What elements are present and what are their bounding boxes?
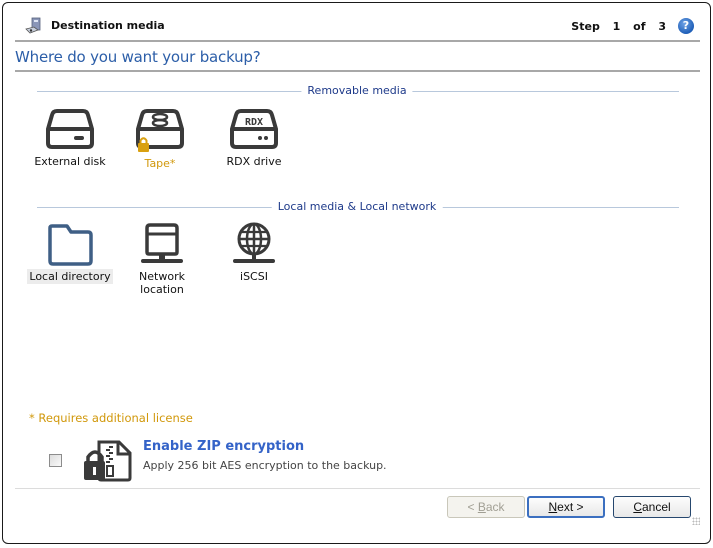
license-note: * Requires additional license — [29, 411, 193, 425]
step-current: 1 — [612, 20, 621, 33]
zip-encryption-checkbox[interactable] — [49, 454, 62, 467]
option-tape[interactable]: Tape* — [115, 107, 205, 171]
option-label: Tape* — [144, 157, 176, 170]
zip-encryption-title[interactable]: Enable ZIP encryption — [143, 439, 304, 454]
option-label: iSCSI — [240, 270, 268, 283]
option-label: Network location — [139, 270, 185, 296]
zip-encryption-description: Apply 256 bit AES encryption to the back… — [143, 459, 387, 472]
footer-divider — [15, 488, 700, 489]
option-label: Local directory — [27, 269, 113, 284]
back-button[interactable]: < Back — [447, 496, 525, 518]
option-label: External disk — [34, 155, 106, 168]
wizard-header: Destination media Step 1 of 3 ? — [3, 3, 710, 41]
option-iscsi[interactable]: iSCSI — [209, 222, 299, 284]
svg-text:RDX: RDX — [245, 117, 263, 128]
title-divider — [15, 70, 700, 72]
step-indicator: Step 1 of 3 — [566, 20, 666, 33]
rdx-drive-icon: RDX — [230, 109, 278, 149]
option-label: RDX drive — [226, 155, 282, 168]
option-external-disk[interactable]: External disk — [25, 107, 115, 169]
help-icon[interactable]: ? — [678, 18, 694, 34]
step-word: Step — [571, 20, 600, 33]
network-location-icon — [141, 223, 183, 263]
dialog-title: Destination media — [51, 19, 165, 32]
group-title-removable: Removable media — [301, 84, 413, 97]
group-title-local: Local media & Local network — [271, 200, 443, 213]
step-of: of — [633, 20, 646, 33]
header-divider — [15, 40, 700, 42]
next-button[interactable]: Next > — [527, 496, 605, 518]
page-title: Where do you want your backup? — [15, 48, 261, 66]
lock-icon — [138, 137, 149, 152]
option-local-directory[interactable]: Local directory — [25, 222, 115, 284]
tape-icon — [136, 109, 184, 152]
folder-icon — [48, 224, 93, 266]
resize-grip[interactable] — [692, 517, 700, 525]
option-rdx-drive[interactable]: RDX RDX drive — [209, 107, 299, 169]
external-disk-icon — [46, 109, 94, 149]
wizard-window: Destination media Step 1 of 3 ? Where do… — [2, 2, 711, 544]
option-network-location[interactable]: Network location — [117, 222, 207, 297]
step-total: 3 — [658, 20, 666, 33]
cancel-button[interactable]: Cancel — [613, 496, 691, 518]
globe-icon — [233, 222, 275, 263]
encrypted-zip-icon — [84, 440, 132, 482]
backup-drive-icon — [25, 17, 41, 34]
